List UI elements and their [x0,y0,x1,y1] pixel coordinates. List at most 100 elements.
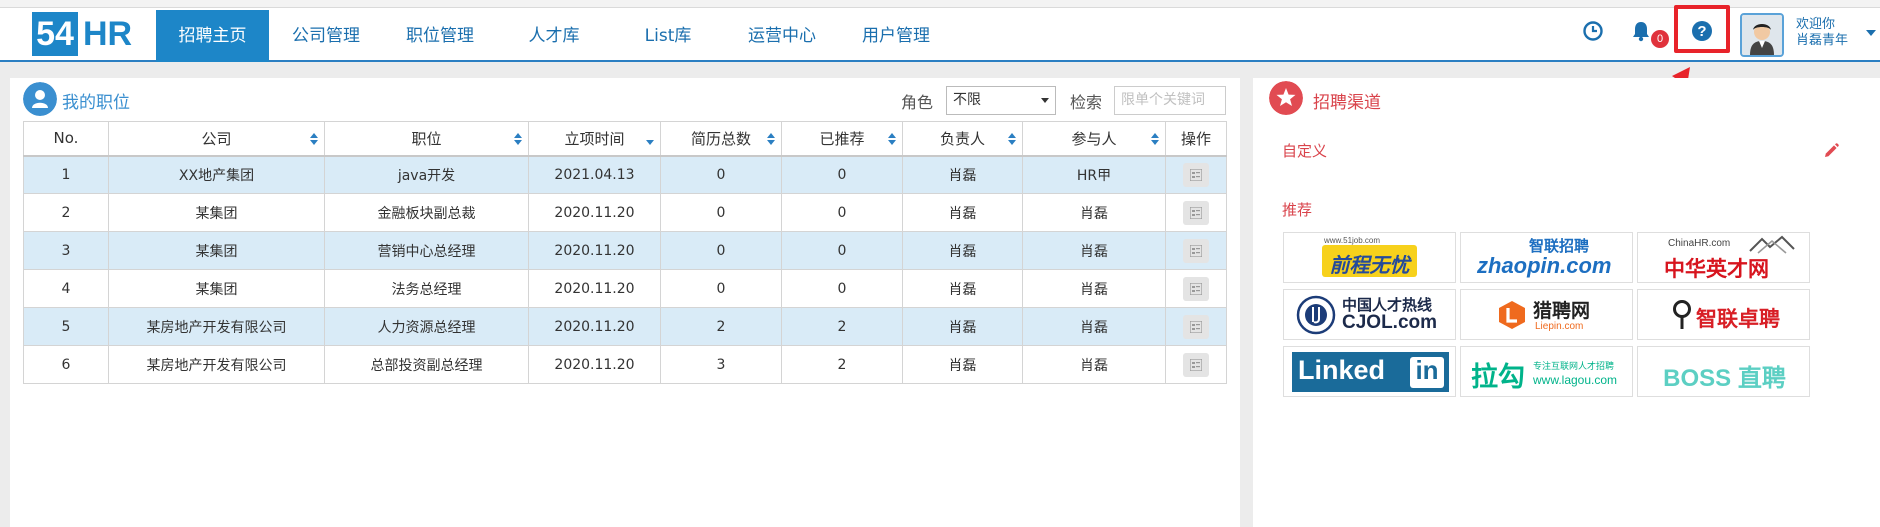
cell-position[interactable]: 人力资源总经理 [324,307,529,346]
cell-participant: 肖磊 [1022,307,1166,346]
role-select-value: 不限 [953,92,981,108]
linkedin-caption: Linked [1298,355,1386,385]
column-header-label: 已推荐 [819,129,865,148]
edit-icon[interactable] [1823,143,1839,159]
nav-user-management[interactable]: 用户管理 [839,10,953,62]
logo[interactable]: 54 HR [32,12,132,56]
detail-button[interactable] [1183,162,1209,187]
column-header-position[interactable]: 职位 [324,121,529,157]
cell-company[interactable]: 某集团 [108,269,325,308]
detail-button[interactable] [1183,352,1209,377]
sort-icon [1151,133,1159,145]
cell-actions [1165,307,1227,346]
cell-recommended: 2 [781,345,903,384]
detail-button[interactable] [1183,314,1209,339]
column-header-label: 参与人 [1071,129,1117,148]
channel-linkedin[interactable]: Linked in [1283,346,1456,397]
cell-position[interactable]: 营销中心总经理 [324,231,529,270]
detail-button[interactable] [1183,200,1209,225]
nav-operations-center[interactable]: 运营中心 [725,10,839,62]
role-select[interactable]: 不限 [946,86,1056,115]
table-row[interactable]: 1 XX地产集团 java开发 2021.04.13 0 0 肖磊 HR甲 [23,155,1227,194]
table-header-row: No. 公司 职位 立项时间 简历总数 已推荐 负责人 参与人 操作 [23,121,1227,157]
cell-company[interactable]: 某集团 [108,193,325,232]
nav-recruit-home[interactable]: 招聘主页 [156,10,269,62]
cell-company[interactable]: 某房地产开发有限公司 [108,345,325,384]
clock-icon[interactable] [1582,20,1604,42]
bell-icon[interactable] [1630,20,1652,42]
lagou-url: www.lagou.com [1533,373,1618,387]
boss-caption: BOSS 直聘 [1663,365,1786,392]
channel-51job[interactable]: www.51job.com 前程无忧 [1283,232,1456,283]
channel-liepin[interactable]: 猎聘网 Liepin.com [1460,289,1633,340]
cell-owner: 肖磊 [902,155,1023,194]
cell-position[interactable]: 总部投资副总经理 [324,345,529,384]
cell-date: 2020.11.20 [528,231,661,270]
column-header-recommended[interactable]: 已推荐 [781,121,903,157]
chinahr-url: ChinaHR.com [1668,238,1731,249]
channel-chinahr[interactable]: ChinaHR.com 中华英才网 [1637,232,1810,283]
column-header-company[interactable]: 公司 [108,121,325,157]
table-row[interactable]: 2 某集团 金融板块副总裁 2020.11.20 0 0 肖磊 肖磊 [23,193,1227,232]
column-header-owner[interactable]: 负责人 [902,121,1023,157]
list-detail-icon [1190,358,1202,371]
caret-down-icon[interactable] [1866,30,1876,36]
logo-number: 54 [32,12,78,56]
table-row[interactable]: 4 某集团 法务总经理 2020.11.20 0 0 肖磊 肖磊 [23,269,1227,308]
search-input[interactable]: 限单个关键词 [1114,86,1226,115]
column-header-label: 操作 [1180,129,1211,148]
cell-no: 3 [23,231,109,270]
cell-position[interactable]: 金融板块副总裁 [324,193,529,232]
nav-company-management[interactable]: 公司管理 [269,10,383,62]
table-row[interactable]: 3 某集团 营销中心总经理 2020.11.20 0 0 肖磊 肖磊 [23,231,1227,270]
cjol-caption: CJOL.com [1342,312,1438,333]
search-label: 检索 [1070,93,1103,112]
zhaopin-caption: zhaopin.com [1477,253,1612,278]
cell-company[interactable]: XX地产集团 [108,155,325,194]
cell-company[interactable]: 某房地产开发有限公司 [108,307,325,346]
cell-resumes: 2 [660,307,782,346]
cell-owner: 肖磊 [902,345,1023,384]
cell-resumes: 0 [660,231,782,270]
channel-zhaopin[interactable]: 智联招聘 zhaopin.com [1460,232,1633,283]
cell-date: 2020.11.20 [528,269,661,308]
cell-actions [1165,193,1227,232]
cell-position[interactable]: java开发 [324,155,529,194]
recommended-channels-label: 推荐 [1282,201,1313,219]
cell-date: 2021.04.13 [528,155,661,194]
cell-owner: 肖磊 [902,307,1023,346]
nav-talent-pool[interactable]: 人才库 [497,10,611,62]
list-detail-icon [1190,244,1202,257]
cell-company[interactable]: 某集团 [108,231,325,270]
cell-resumes: 0 [660,155,782,194]
lagou-tagline: 专注互联网人才招聘 [1533,362,1615,372]
nav-position-management[interactable]: 职位管理 [383,10,497,62]
table-row[interactable]: 6 某房地产开发有限公司 总部投资副总经理 2020.11.20 3 2 肖磊 … [23,345,1227,384]
cell-recommended: 0 [781,193,903,232]
lagou-caption: 拉勾 [1471,362,1525,393]
cell-actions [1165,231,1227,270]
detail-button[interactable] [1183,276,1209,301]
cell-actions [1165,345,1227,384]
column-header-label: 负责人 [939,129,985,148]
avatar[interactable] [1740,13,1784,57]
welcome-text[interactable]: 欢迎你 肖磊青年 [1796,17,1848,49]
cell-resumes: 3 [660,345,782,384]
cell-no: 6 [23,345,109,384]
channel-zhilian-zhuopin[interactable]: 智联卓聘 [1637,289,1810,340]
column-header-participant[interactable]: 参与人 [1022,121,1166,157]
channel-boss[interactable]: BOSS 直聘 [1637,346,1810,397]
cell-recommended: 0 [781,155,903,194]
channel-cjol[interactable]: 中国人才热线 CJOL.com [1283,289,1456,340]
liepin-logo-icon [1499,301,1525,329]
detail-button[interactable] [1183,238,1209,263]
channel-lagou[interactable]: 拉勾 专注互联网人才招聘 www.lagou.com [1460,346,1633,397]
welcome-line1: 欢迎你 [1796,17,1836,32]
cell-position[interactable]: 法务总经理 [324,269,529,308]
column-header-resumes[interactable]: 简历总数 [660,121,782,157]
cell-participant: 肖磊 [1022,269,1166,308]
sort-icon [310,133,318,145]
nav-list-library[interactable]: List库 [611,10,725,62]
table-row[interactable]: 5 某房地产开发有限公司 人力资源总经理 2020.11.20 2 2 肖磊 肖… [23,307,1227,346]
column-header-date[interactable]: 立项时间 [528,121,661,157]
